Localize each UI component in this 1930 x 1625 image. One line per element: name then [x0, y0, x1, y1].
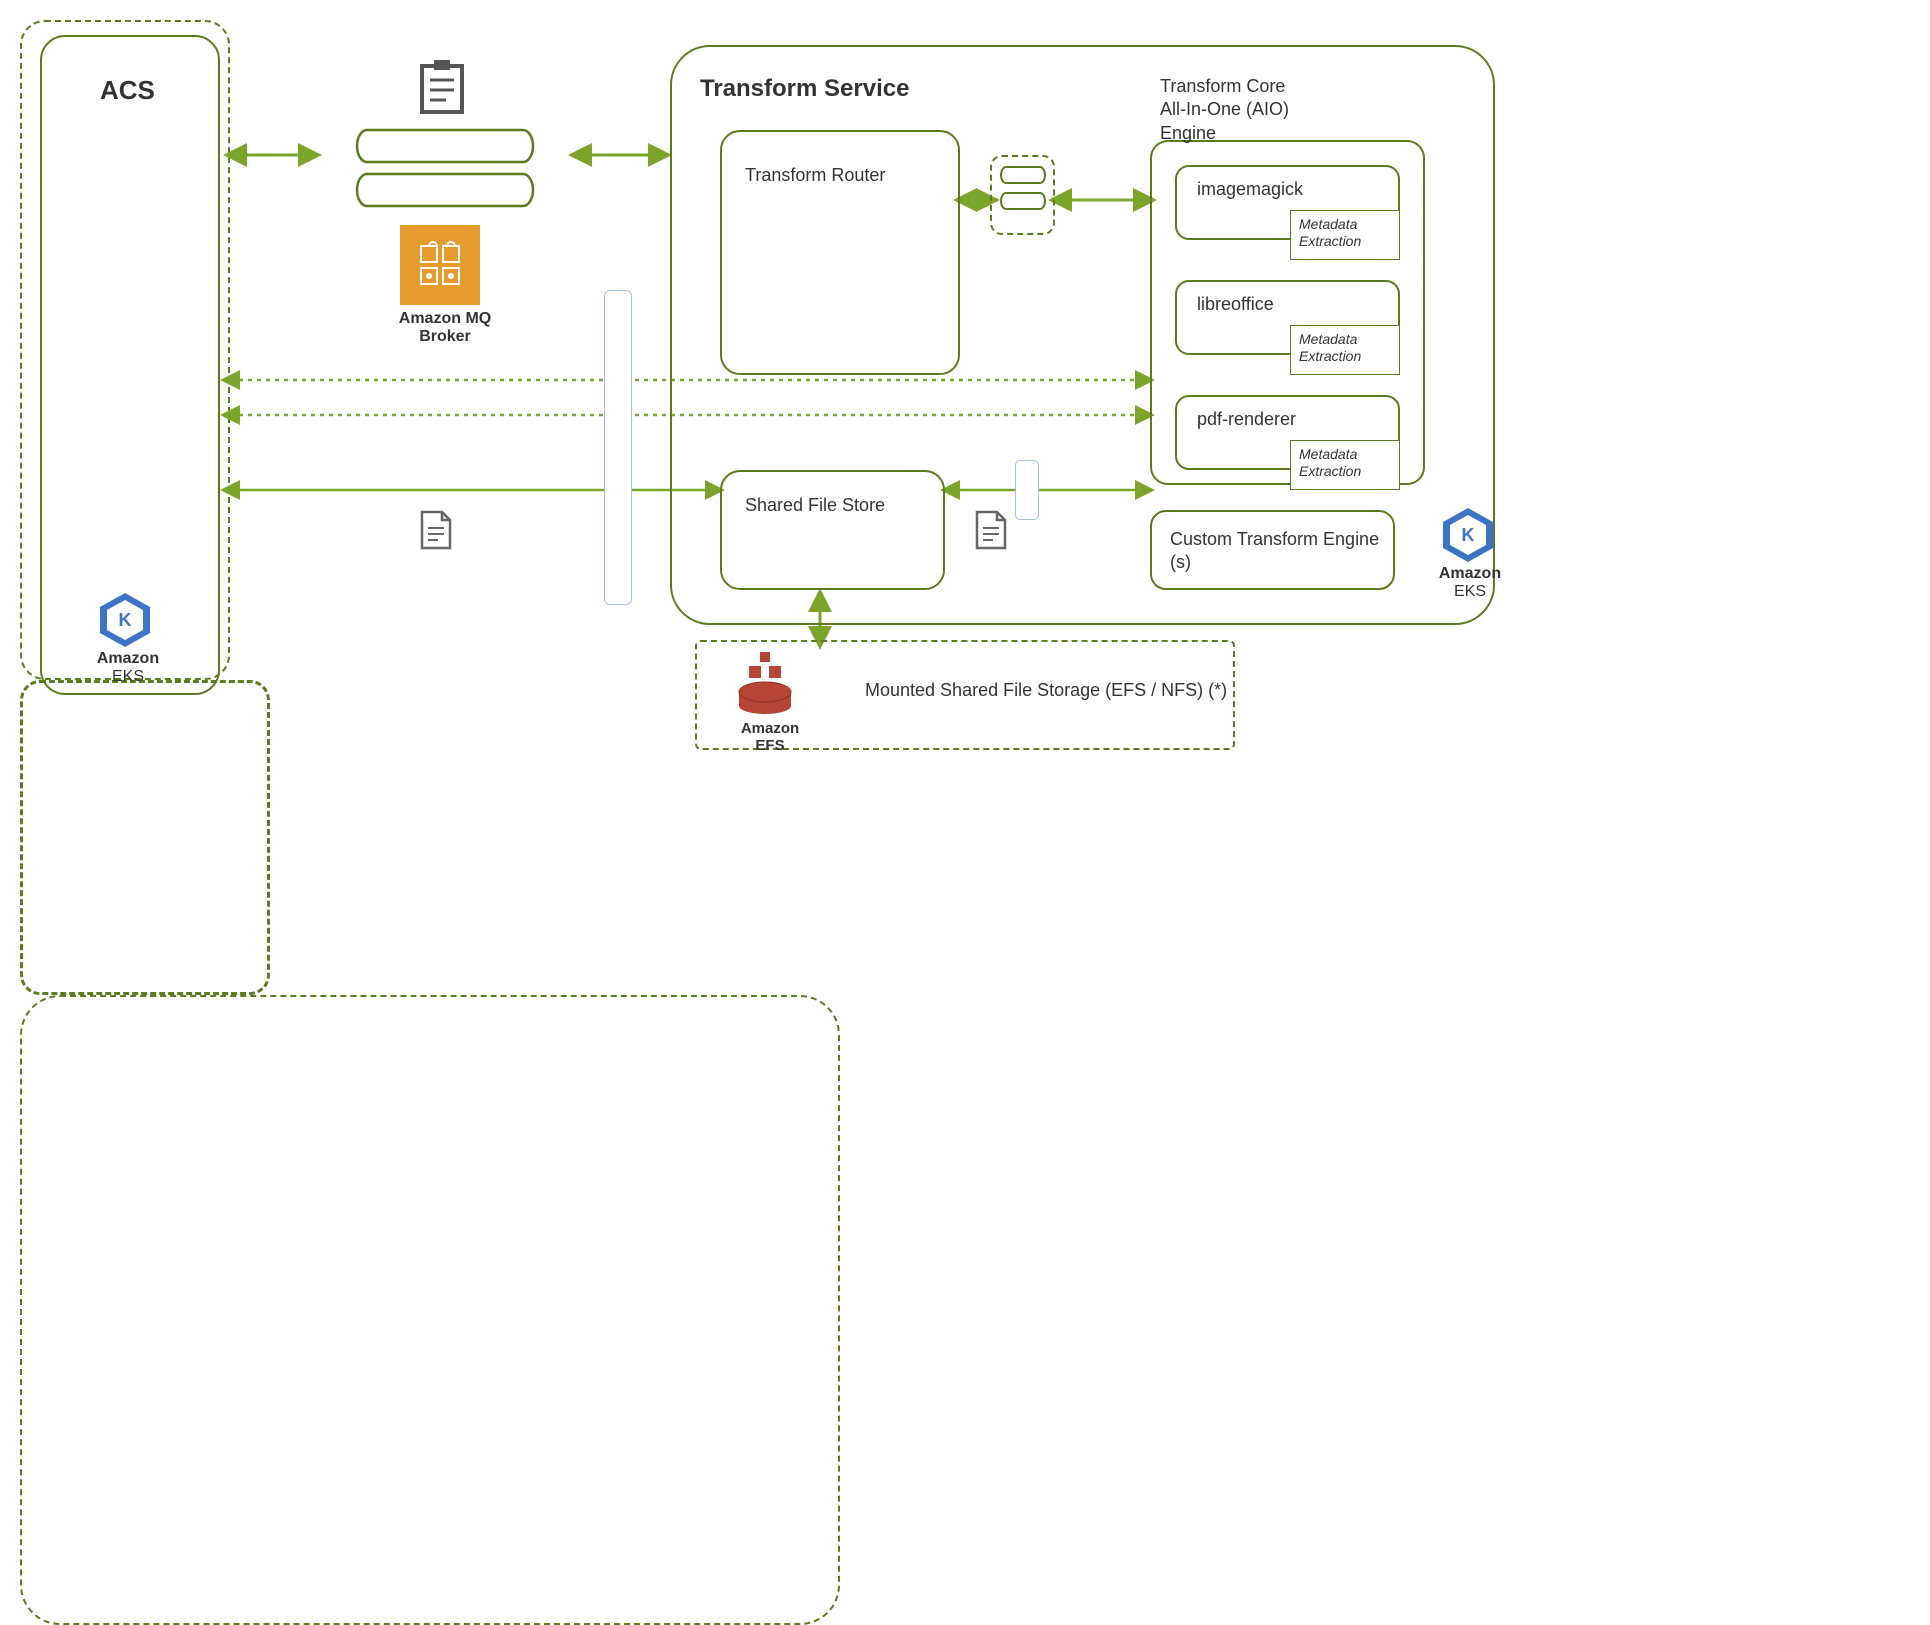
- svg-text:K: K: [1462, 525, 1475, 545]
- document-icon: [420, 510, 452, 550]
- engine-label: libreoffice: [1197, 294, 1274, 315]
- clipboard-icon: [418, 60, 466, 115]
- efs-storage-label: Mounted Shared File Storage (EFS / NFS) …: [865, 680, 1227, 701]
- document-icon: [975, 510, 1007, 550]
- custom-transform-engine-label: Custom Transform Engine (s): [1170, 528, 1380, 575]
- shared-file-store-box: [720, 470, 945, 590]
- metadata-extraction-box: Metadata Extraction: [1290, 440, 1400, 490]
- amazon-efs-label: Amazon EFS: [735, 720, 805, 754]
- transform-router-label: Transform Router: [745, 165, 885, 186]
- eks-label-ts: Amazon EKS: [1430, 565, 1510, 601]
- metadata-extraction-box: Metadata Extraction: [1290, 325, 1400, 375]
- mini-cylinder-icon: [999, 192, 1047, 210]
- engine-label: imagemagick: [1197, 179, 1303, 200]
- acs-title: ACS: [100, 75, 155, 106]
- engine-label: pdf-renderer: [1197, 409, 1296, 430]
- eks-amazon-text: Amazon: [1439, 565, 1501, 582]
- amazon-efs-icon: [735, 650, 795, 715]
- transform-service-outer: [20, 995, 840, 1625]
- aio-engine-title: Transform Core All-In-One (AIO) Engine: [1160, 75, 1289, 145]
- mq-broker-label: Amazon MQ Broker: [390, 310, 500, 346]
- svg-text:K: K: [119, 610, 132, 630]
- eks-label-acs: Amazon EKS: [88, 650, 168, 686]
- amazon-mq-icon: [400, 225, 480, 305]
- eks-icon: K: [95, 590, 155, 650]
- shared-file-store-label: Shared File Store: [745, 495, 885, 516]
- eks-amazon-text: Amazon: [97, 650, 159, 667]
- eks-icon: K: [1438, 505, 1498, 565]
- eks-sub-text: EKS: [1454, 583, 1486, 600]
- eks-sub-text: EKS: [112, 668, 144, 685]
- mini-cylinder-icon: [999, 166, 1047, 184]
- connector-bar: [604, 290, 632, 605]
- queue-cylinder-icon: [355, 172, 535, 208]
- small-connector-bar: [1015, 460, 1039, 520]
- metadata-extraction-box: Metadata Extraction: [1290, 210, 1400, 260]
- mq-broker-container: [20, 680, 270, 995]
- queue-cylinder-icon: [355, 128, 535, 164]
- transform-service-title: Transform Service: [700, 75, 909, 103]
